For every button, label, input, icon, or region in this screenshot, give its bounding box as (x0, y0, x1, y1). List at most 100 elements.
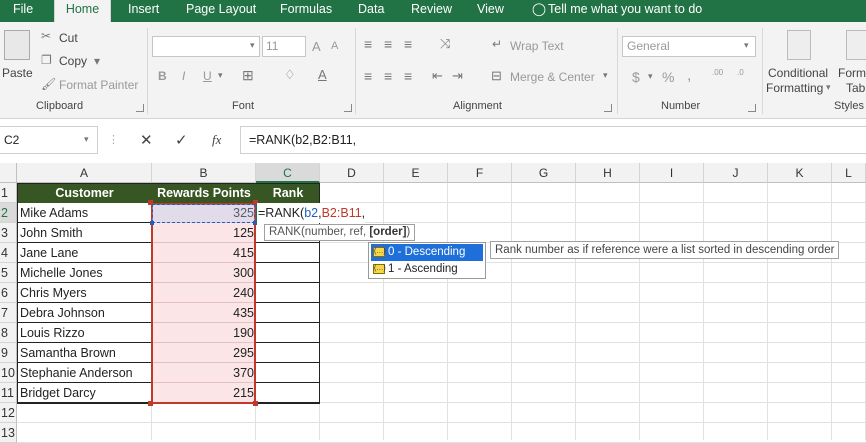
customer-cell[interactable]: John Smith (17, 223, 152, 243)
customer-cell[interactable]: Mike Adams (17, 203, 152, 223)
rank-cell[interactable] (256, 303, 320, 323)
rank-cell[interactable] (256, 343, 320, 363)
align-center-icon[interactable]: ≡ (384, 68, 392, 84)
conditional-formatting-button[interactable]: Conditional (768, 66, 828, 80)
font-color-icon[interactable]: A (318, 67, 327, 82)
increase-decimal-button[interactable]: .00 (712, 69, 723, 77)
align-middle-icon[interactable]: ≡ (384, 36, 392, 52)
decrease-decimal-button[interactable]: .0 (737, 69, 744, 77)
worksheet-grid[interactable]: ABCDEFGHIJKL 1 2 3 4 5 6 7 8 9 10 11 12 13 Customer R… (0, 163, 866, 443)
row-header-2[interactable]: 2 (0, 203, 17, 223)
currency-button[interactable]: $ (632, 69, 640, 85)
row-header-3[interactable]: 3 (0, 223, 17, 243)
column-header-h[interactable]: H (576, 163, 640, 183)
customer-cell[interactable]: Samantha Brown (17, 343, 152, 363)
range-handle[interactable] (253, 401, 258, 406)
column-header-k[interactable]: K (768, 163, 832, 183)
cancel-button[interactable]: ✕ (140, 131, 153, 149)
cut-button[interactable]: Cut (59, 31, 78, 45)
row-header-7[interactable]: 7 (0, 303, 17, 323)
ref-handle[interactable] (150, 221, 154, 225)
active-cell-editor[interactable]: =RANK(b2,B2:B11, (256, 203, 366, 223)
rank-cell[interactable] (256, 283, 320, 303)
font-name-dropdown[interactable] (152, 36, 260, 57)
tab-page-layout[interactable]: Page Layout (186, 0, 256, 22)
customer-cell[interactable]: Louis Rizzo (17, 323, 152, 343)
autocomplete-list[interactable]: (…) 0 - Descending (…) 1 - Ascending (368, 242, 486, 279)
increase-indent-icon[interactable]: ⇥ (452, 68, 463, 84)
autocomplete-item-descending[interactable]: (…) 0 - Descending (371, 244, 483, 261)
comma-button[interactable]: , (687, 67, 691, 85)
range-handle[interactable] (148, 401, 153, 406)
grow-font-button[interactable]: A (312, 39, 321, 54)
rank-cell[interactable] (256, 323, 320, 343)
percent-button[interactable]: % (662, 69, 674, 85)
formula-input[interactable]: =RANK(b2,B2:B11, (240, 126, 866, 154)
font-size-dropdown[interactable]: 11 (262, 36, 306, 57)
align-bottom-icon[interactable]: ≡ (404, 36, 412, 52)
autocomplete-item-ascending[interactable]: (…) 1 - Ascending (371, 261, 483, 278)
orientation-icon[interactable]: ⤨ (440, 36, 450, 52)
paste-button[interactable]: Paste (2, 66, 33, 80)
select-all-corner[interactable] (0, 163, 17, 183)
align-top-icon[interactable]: ≡ (364, 36, 372, 52)
clipboard-launcher-icon[interactable] (136, 104, 144, 112)
customer-cell[interactable]: Stephanie Anderson (17, 363, 152, 383)
row-header-6[interactable]: 6 (0, 283, 17, 303)
row-header-5[interactable]: 5 (0, 263, 17, 283)
column-header-c[interactable]: C (256, 163, 320, 183)
column-header-j[interactable]: J (704, 163, 768, 183)
row-header-1[interactable]: 1 (0, 183, 17, 203)
insert-function-button[interactable]: fx (212, 132, 221, 148)
column-header-d[interactable]: D (320, 163, 384, 183)
tab-view[interactable]: View (477, 0, 504, 22)
row-header-11[interactable]: 11 (0, 383, 17, 403)
customer-cell[interactable]: Chris Myers (17, 283, 152, 303)
italic-button[interactable]: I (182, 69, 185, 83)
tab-formulas[interactable]: Formulas (280, 0, 332, 22)
tab-home[interactable]: Home (54, 0, 111, 22)
tab-data[interactable]: Data (358, 0, 384, 22)
borders-icon[interactable]: ⊞ (242, 67, 254, 84)
row-header-8[interactable]: 8 (0, 323, 17, 343)
rank-cell[interactable] (256, 383, 320, 403)
rank-cell[interactable] (256, 263, 320, 283)
column-header-a[interactable]: A (17, 163, 152, 183)
column-header-l[interactable]: L (832, 163, 866, 183)
chevron-down-icon[interactable]: ▾ (826, 82, 831, 93)
bold-button[interactable]: B (158, 69, 167, 83)
number-launcher-icon[interactable] (748, 104, 756, 112)
merge-center-button[interactable]: Merge & Center (510, 70, 595, 84)
tab-review[interactable]: Review (411, 0, 452, 22)
customer-cell[interactable]: Bridget Darcy (17, 383, 152, 403)
header-cell-rewards-points[interactable]: Rewards Points (152, 183, 256, 203)
row-header-9[interactable]: 9 (0, 343, 17, 363)
font-launcher-icon[interactable] (344, 104, 352, 112)
chevron-down-icon[interactable]: ▾ (218, 70, 223, 81)
rank-cell[interactable] (256, 243, 320, 263)
row-header-10[interactable]: 10 (0, 363, 17, 383)
customer-cell[interactable]: Jane Lane (17, 243, 152, 263)
format-painter-button[interactable]: Format Painter (59, 78, 138, 92)
decrease-indent-icon[interactable]: ⇤ (432, 68, 443, 84)
shrink-font-button[interactable]: A (331, 40, 338, 52)
alignment-launcher-icon[interactable] (604, 104, 612, 112)
row-header-4[interactable]: 4 (0, 243, 17, 263)
underline-button[interactable]: U (203, 69, 212, 83)
chevron-down-icon[interactable]: ▾ (94, 54, 100, 68)
paste-icon[interactable] (4, 30, 30, 60)
chevron-down-icon[interactable]: ▾ (603, 70, 608, 81)
column-header-i[interactable]: I (640, 163, 704, 183)
row-header-13[interactable]: 13 (0, 423, 17, 443)
column-header-e[interactable]: E (384, 163, 448, 183)
tab-insert[interactable]: Insert (128, 0, 159, 22)
rank-cell[interactable] (256, 363, 320, 383)
column-header-b[interactable]: B (152, 163, 256, 183)
enter-button[interactable]: ✓ (175, 131, 188, 149)
customer-cell[interactable]: Michelle Jones (17, 263, 152, 283)
copy-button[interactable]: Copy (59, 54, 87, 68)
tell-me-search[interactable]: Tell me what you want to do (548, 0, 702, 22)
fill-color-icon[interactable]: ♢ (284, 67, 296, 83)
column-header-f[interactable]: F (448, 163, 512, 183)
header-cell-rank[interactable]: Rank (256, 183, 320, 203)
